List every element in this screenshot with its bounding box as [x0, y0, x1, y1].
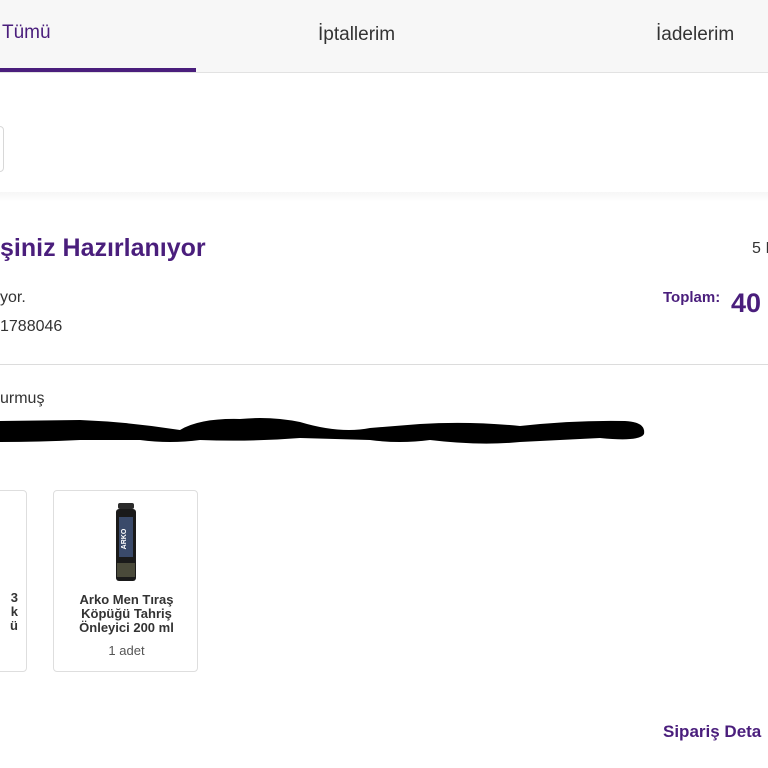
product-card-partial[interactable]: 3kü — [0, 490, 27, 672]
tab-returns[interactable]: İadelerim — [656, 0, 734, 72]
shaving-foam-can: ARKO — [116, 503, 136, 581]
tab-all[interactable]: Tümü — [0, 0, 198, 72]
product-logo-text: ARKO — [121, 528, 128, 549]
product-name: Arko Men Tıraş Köpüğü Tahriş Önleyici 20… — [79, 592, 174, 635]
active-tab-indicator — [0, 68, 196, 72]
product-card[interactable]: ARKO Arko Men Tıraş Köpüğü Tahriş Önleyi… — [53, 490, 198, 672]
delivery-status: urmuş — [0, 390, 45, 407]
tab-cancellations[interactable]: İptallerim — [318, 0, 395, 72]
divider — [0, 364, 768, 365]
tab-returns-label: İadelerim — [656, 24, 735, 45]
tab-cancellations-label: İptallerim — [318, 24, 396, 45]
total-label: Toplam: — [663, 289, 721, 306]
order-number: 1788046 — [0, 318, 63, 335]
tab-all-label: Tümü — [2, 22, 51, 43]
order-tabs: Tümü İptallerim İadelerim — [0, 0, 768, 73]
order-status-subtitle: yor. — [0, 289, 26, 306]
product-name-partial: 3kü — [10, 590, 18, 633]
redaction-mark — [0, 418, 645, 444]
order-details-link[interactable]: Sipariş Deta — [663, 722, 761, 742]
filter-dropdown[interactable] — [0, 126, 4, 172]
order-date: 5 I — [752, 240, 768, 257]
section-separator — [0, 192, 768, 202]
order-status-title: şiniz Hazırlanıyor — [0, 234, 206, 262]
product-quantity: 1 adet — [108, 643, 145, 658]
total-value: 40 — [731, 288, 762, 318]
